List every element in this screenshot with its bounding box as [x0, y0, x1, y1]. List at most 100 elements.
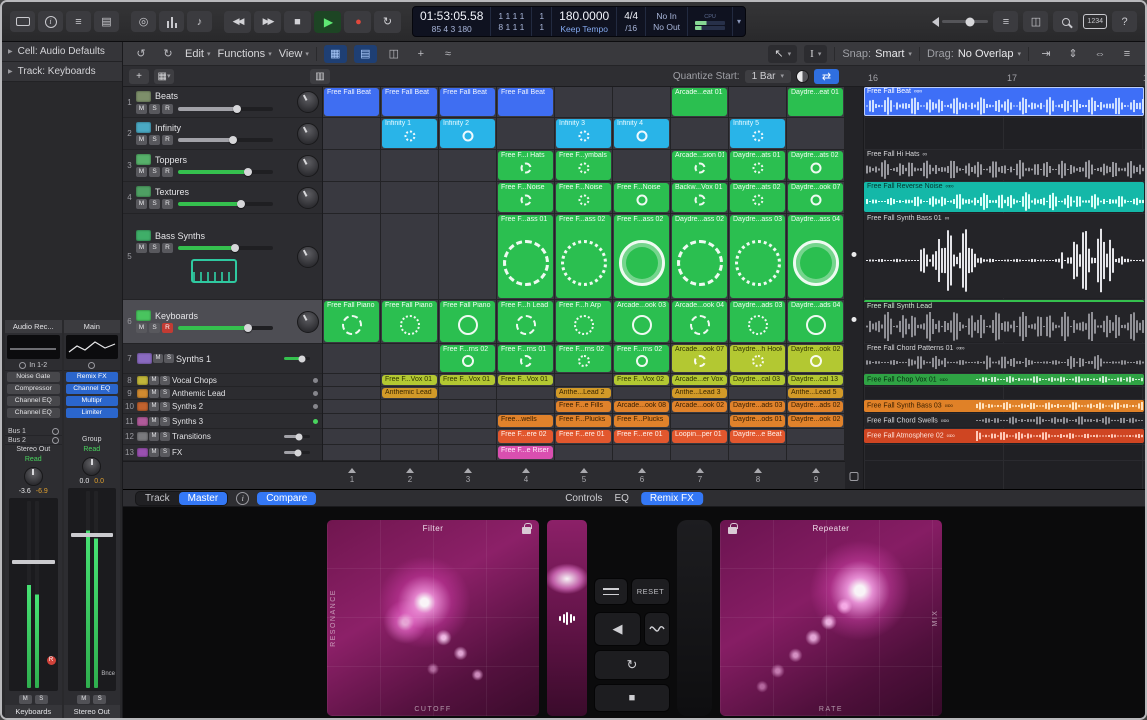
- loop-cell-5-6[interactable]: Free F...ass 02: [614, 215, 669, 298]
- record-button[interactable]: R: [162, 167, 173, 177]
- scene-trigger-4[interactable]: 4: [497, 462, 555, 489]
- fader-cap[interactable]: [12, 560, 55, 564]
- cell-slot[interactable]: [497, 400, 555, 413]
- eq-tab[interactable]: EQ: [614, 493, 628, 504]
- track-header-7[interactable]: 7MSSynths 1: [123, 344, 322, 374]
- quantize-value-menu[interactable]: 1 Bar▾: [745, 70, 791, 83]
- loop-cell-6-1[interactable]: Free Fall Piano: [324, 301, 379, 342]
- solo-button[interactable]: S: [160, 448, 170, 457]
- cell-slot[interactable]: Daydre...ass 04: [787, 214, 845, 299]
- cycle-button[interactable]: ↻: [374, 11, 401, 33]
- metronome-icon[interactable]: ♪: [187, 11, 212, 32]
- cell-slot[interactable]: [323, 344, 381, 373]
- cell-slot[interactable]: [671, 414, 729, 428]
- cell-slot[interactable]: Free F...h Lead: [497, 300, 555, 343]
- cell-slot[interactable]: Free F...Vox 01: [497, 374, 555, 386]
- cell-slot[interactable]: [729, 445, 787, 460]
- pan-knob[interactable]: [24, 467, 43, 486]
- loop-cell-11-4[interactable]: Free...wells: [498, 415, 553, 427]
- record-enable-button[interactable]: R: [47, 656, 56, 665]
- mute-button[interactable]: M: [149, 448, 159, 457]
- lcd-tempo-section[interactable]: 180.0000 Keep Tempo: [552, 7, 617, 36]
- scene-trigger-2[interactable]: 2: [381, 462, 439, 489]
- cell-slot[interactable]: Free F...e Fills: [555, 400, 613, 413]
- track-header-8[interactable]: 8MSVocal Chops: [123, 374, 322, 387]
- loop-cell-11-8[interactable]: Daydre...ods 01: [730, 415, 785, 427]
- loop-cell-5-9[interactable]: Daydre...ass 04: [788, 215, 843, 298]
- loop-cell-2-8[interactable]: Infinity 5: [730, 119, 785, 148]
- cell-slot[interactable]: Free Fall Piano: [439, 300, 497, 343]
- reverse-button[interactable]: ◀: [594, 612, 641, 646]
- cell-slot[interactable]: Daydre...ats 02: [729, 182, 787, 213]
- cell-slot[interactable]: Daydre...cal 13: [787, 374, 845, 386]
- snap-menu[interactable]: Snap:Smart▾: [842, 48, 912, 60]
- loop-cell-4-8[interactable]: Daydre...ats 02: [730, 183, 785, 212]
- cell-slot[interactable]: [613, 150, 671, 181]
- solo-button[interactable]: S: [160, 432, 170, 441]
- cell-slot[interactable]: Arcade...ook 08: [613, 400, 671, 413]
- redo-icon[interactable]: ↻: [158, 45, 178, 62]
- solo-button[interactable]: S: [149, 135, 160, 145]
- info-icon[interactable]: i: [236, 492, 249, 505]
- cell-slot[interactable]: Arcade...ook 04: [671, 300, 729, 343]
- cell-slot[interactable]: Arcade...eat 01: [671, 87, 729, 117]
- cell-slot[interactable]: Free F...ass 01: [497, 214, 555, 299]
- group-slot[interactable]: Group: [64, 435, 121, 445]
- track-volume-slider[interactable]: [284, 451, 310, 454]
- cell-slot[interactable]: [381, 182, 439, 213]
- pan-knob[interactable]: [82, 457, 101, 476]
- scene-trigger-1[interactable]: 1: [323, 462, 381, 489]
- solo-button[interactable]: S: [164, 354, 174, 363]
- cell-slot[interactable]: Anthe...Lead 5: [787, 387, 845, 399]
- loop-cell-1-7[interactable]: Arcade...eat 01: [672, 88, 727, 116]
- list-editors-icon[interactable]: ≡: [1117, 45, 1137, 62]
- loop-cell-9-2[interactable]: Anthemic Lead: [382, 388, 437, 398]
- send-slot[interactable]: Bus 1: [5, 427, 62, 436]
- cell-slot[interactable]: Free F...ere 02: [497, 429, 555, 444]
- input-slot[interactable]: In 1-2: [5, 361, 62, 371]
- cell-slot[interactable]: [555, 445, 613, 460]
- loop-cell-11-6[interactable]: Free F...Plucks: [614, 415, 669, 427]
- mute-button[interactable]: M: [77, 695, 90, 704]
- cell-slot[interactable]: Free F...rns 01: [497, 344, 555, 373]
- loop-cell-12-5[interactable]: Free F...ere 01: [556, 430, 611, 443]
- loop-cell-8-2[interactable]: Free F...Vox 01: [382, 375, 437, 385]
- cell-slot[interactable]: Free Fall Piano: [381, 300, 439, 343]
- track-header-2[interactable]: 2InfinityMSR: [123, 118, 322, 150]
- scene-trigger-8[interactable]: 8: [729, 462, 787, 489]
- channel-fader[interactable]: R: [9, 498, 58, 691]
- record-button[interactable]: R: [162, 243, 173, 253]
- loop-cell-11-5[interactable]: Free F...Plucks: [556, 415, 611, 427]
- cell-slot[interactable]: [323, 387, 381, 399]
- loop-cell-12-7[interactable]: Loopin...per 01: [672, 430, 727, 443]
- toolbar-icon[interactable]: ≡: [66, 11, 91, 32]
- master-volume-slider[interactable]: [942, 20, 988, 23]
- controls-tab[interactable]: Controls: [565, 493, 602, 504]
- solo-button[interactable]: S: [160, 389, 170, 398]
- cell-slot[interactable]: [613, 445, 671, 460]
- track-header-9[interactable]: 9MSAnthemic Lead: [123, 387, 322, 400]
- bounce-label[interactable]: Bnce: [101, 671, 115, 677]
- fader-cap[interactable]: [71, 533, 114, 537]
- cell-slot[interactable]: Daydre...ads 03: [729, 400, 787, 413]
- solo-button[interactable]: S: [93, 695, 106, 704]
- cell-slot[interactable]: [787, 429, 845, 444]
- remix-fx-tab[interactable]: Remix FX: [641, 492, 703, 505]
- cell-slot[interactable]: [555, 87, 613, 117]
- mute-button[interactable]: M: [136, 199, 147, 209]
- cell-slot[interactable]: Arcade...ook 07: [671, 344, 729, 373]
- cell-slot[interactable]: [671, 445, 729, 460]
- cell-slot[interactable]: [323, 150, 381, 181]
- loop-cell-6-7[interactable]: Arcade...ook 04: [672, 301, 727, 342]
- loop-cell-11-9[interactable]: Daydre...ook 02: [788, 415, 843, 427]
- record-button[interactable]: R: [162, 104, 173, 114]
- automation-mode[interactable]: Read: [5, 455, 62, 465]
- loop-cell-10-8[interactable]: Daydre...ads 03: [730, 401, 785, 412]
- loop-cell-6-9[interactable]: Daydre...ads 04: [788, 301, 843, 342]
- cell-slot[interactable]: Arcade...ook 03: [613, 300, 671, 343]
- pan-knob[interactable]: [297, 123, 319, 145]
- mute-button[interactable]: M: [136, 135, 147, 145]
- zoom-v-icon[interactable]: ⇕: [1063, 45, 1083, 62]
- cell-slot[interactable]: Loopin...per 01: [671, 429, 729, 444]
- cell-inspector-header[interactable]: ▶Cell: Audio Defaults: [2, 42, 122, 62]
